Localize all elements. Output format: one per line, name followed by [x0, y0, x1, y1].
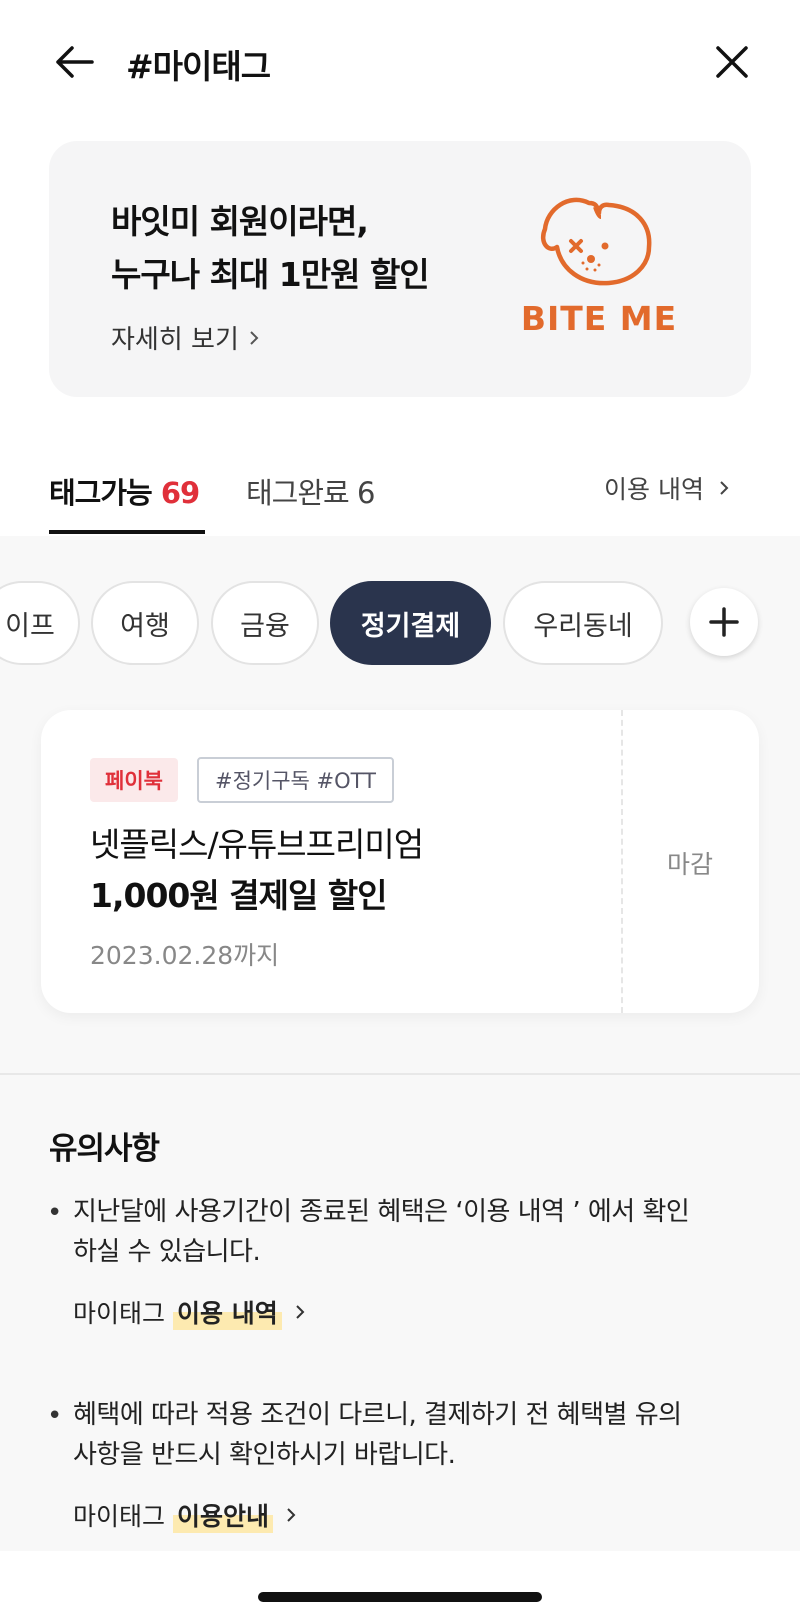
note-link-highlight: 이용 내역 — [173, 1294, 282, 1330]
chevron-right-icon — [720, 481, 729, 495]
usage-guide-link[interactable]: 마이태그 이용안내 — [73, 1497, 297, 1533]
active-tab-indicator — [49, 530, 205, 534]
chevron-right-icon — [250, 330, 259, 345]
banner-headline-1: 바잇미 회원이라면, — [111, 202, 369, 241]
benefit-title: 넷플릭스/유튜브프리미엄 — [90, 825, 424, 864]
tab-available[interactable]: 태그가능 69 — [49, 470, 200, 512]
banner-more-link[interactable]: 자세히 보기 — [111, 319, 261, 356]
home-indicator[interactable] — [258, 1592, 542, 1602]
note-line: 하실 수 있습니다. — [73, 1237, 261, 1267]
plus-icon — [709, 607, 739, 637]
page-title: #마이태그 — [126, 47, 271, 86]
note-text: 지난달에 사용기간이 종료된 혜택은 ‘이용 내역 ’ 에서 확인 하실 수 있… — [73, 1192, 763, 1272]
bullet: • — [47, 1401, 63, 1431]
bullet: • — [47, 1198, 63, 1228]
chevron-right-icon — [296, 1305, 305, 1319]
note-line: 지난달에 사용기간이 종료된 혜택은 ‘이용 내역 ’ 에서 확인 — [73, 1197, 690, 1227]
chip-category[interactable]: 여행 — [91, 581, 199, 665]
chip-category[interactable]: 이프 — [0, 581, 80, 665]
benefit-discount: 1,000원 결제일 할인 — [90, 876, 388, 915]
note-link-prefix: 마이태그 — [73, 1502, 166, 1531]
back-arrow-icon[interactable] — [52, 40, 96, 84]
biteme-logo: BITE ME — [509, 191, 689, 341]
brand-tag: 페이북 — [90, 758, 178, 802]
banner-more-label: 자세히 보기 — [111, 325, 239, 355]
chip-category-active[interactable]: 정기결제 — [330, 581, 491, 665]
note-link-highlight: 이용안내 — [173, 1497, 274, 1533]
hashtag-tag: #정기구독 #OTT — [197, 757, 394, 803]
app-header: #마이태그 — [0, 0, 800, 130]
add-category-button[interactable] — [690, 588, 758, 656]
chip-category[interactable]: 금융 — [211, 581, 319, 665]
tab-available-count: 69 — [160, 476, 200, 510]
note-line: 사항을 반드시 확인하시기 바랍니다. — [73, 1440, 456, 1470]
note-text: 혜택에 따라 적용 조건이 다르니, 결제하기 전 혜택별 유의 사항을 반드시… — [73, 1395, 763, 1475]
benefit-card[interactable]: 페이북 #정기구독 #OTT 넷플릭스/유튜브프리미엄 1,000원 결제일 할… — [41, 710, 759, 1013]
dog-face-icon — [540, 197, 652, 286]
tab-bar: 태그가능 69 태그완료 6 이용 내역 — [0, 440, 800, 536]
history-guide-link[interactable]: 마이태그 이용 내역 — [73, 1294, 306, 1330]
note-link-prefix: 마이태그 — [73, 1299, 166, 1328]
history-link[interactable]: 이용 내역 — [604, 470, 730, 506]
section-divider — [0, 1073, 800, 1075]
close-icon[interactable] — [712, 42, 752, 82]
notes-heading: 유의사항 — [49, 1131, 160, 1167]
tab-available-label: 태그가능 — [49, 476, 153, 510]
benefit-expiry: 2023.02.28까지 — [90, 941, 280, 970]
chevron-right-icon — [287, 1508, 296, 1522]
tab-done[interactable]: 태그완료 6 — [246, 470, 375, 512]
note-line: 혜택에 따라 적용 조건이 다르니, 결제하기 전 혜택별 유의 — [73, 1400, 682, 1430]
status-badge: 마감 — [666, 850, 713, 879]
chip-category[interactable]: 우리동네 — [503, 581, 663, 665]
history-link-label: 이용 내역 — [604, 475, 704, 504]
logo-wordmark: BITE ME — [520, 299, 678, 338]
banner-headline-2: 누구나 최대 1만원 할인 — [111, 255, 430, 294]
promo-banner[interactable]: 바잇미 회원이라면, 누구나 최대 1만원 할인 자세히 보기 BITE ME — [49, 141, 751, 397]
